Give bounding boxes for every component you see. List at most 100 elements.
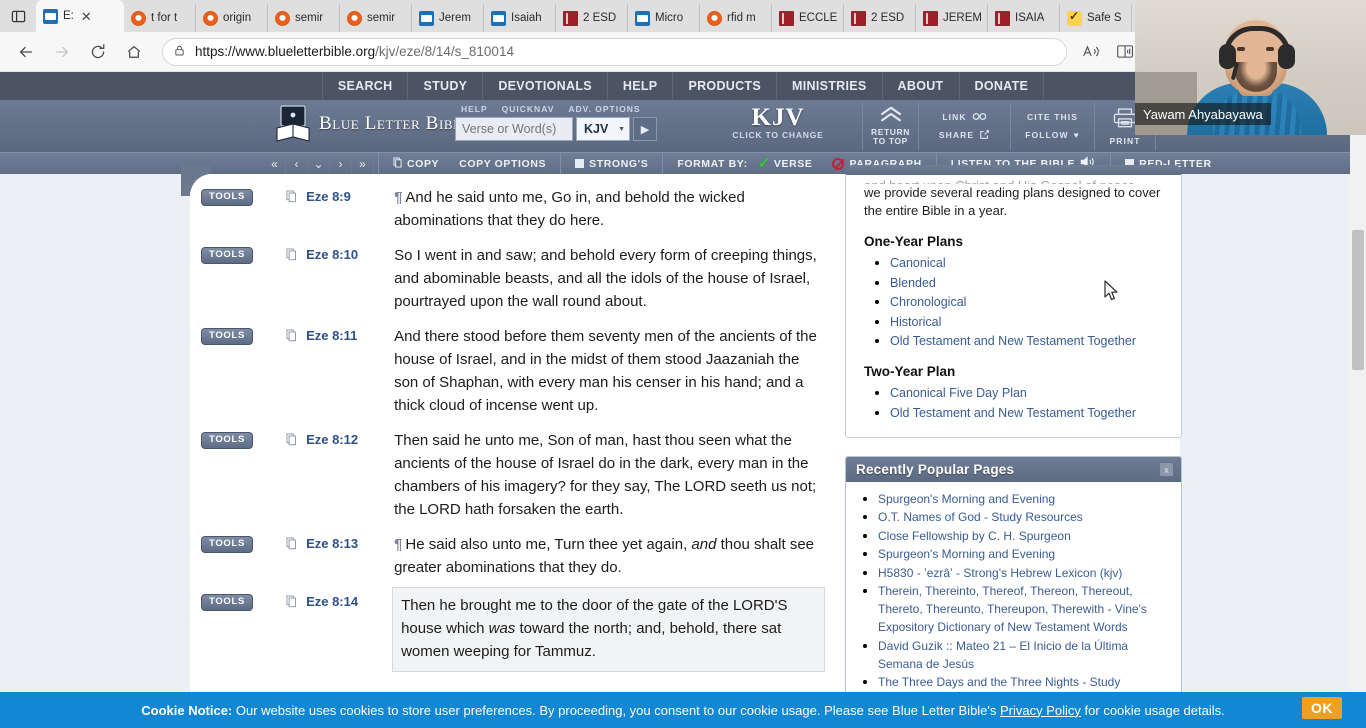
tab-list-icon[interactable] <box>0 0 36 32</box>
browser-tab[interactable]: semir <box>340 4 412 32</box>
search-input[interactable] <box>455 117 573 141</box>
follow-button[interactable]: FOLLOW ♥ <box>1011 126 1094 144</box>
popular-page-link[interactable]: David Guzik :: Mateo 21 – El Inicio de l… <box>878 639 1128 671</box>
browser-tab[interactable]: 2 ESD <box>556 4 628 32</box>
reading-plan-link[interactable]: Canonical <box>890 256 946 270</box>
chapter-dropdown-icon[interactable]: ⌄ <box>308 152 330 175</box>
cite-this-button[interactable]: CITE THIS <box>1011 108 1094 126</box>
return-to-top-button[interactable]: RETURN TO TOP <box>862 102 918 150</box>
verse-copy-icon[interactable] <box>286 248 297 264</box>
search-link-quicknav[interactable]: QUICKNAV <box>502 104 555 114</box>
reload-icon[interactable] <box>80 36 116 68</box>
browser-tab[interactable]: ECCLE <box>772 4 844 32</box>
webcam-overlay[interactable]: Yawam Ahyabayawa <box>1135 0 1366 135</box>
topnav-item-ministries[interactable]: MINISTRIES <box>777 72 883 100</box>
verse-tools-button[interactable]: TOOLS <box>201 594 254 611</box>
verse-copy-icon[interactable] <box>286 329 297 345</box>
topnav-item-help[interactable]: HELP <box>608 72 674 100</box>
browser-tab[interactable]: Micro <box>628 4 700 32</box>
red-book-icon <box>563 10 578 26</box>
right-sidebar: and heart upon Christ and His Gospel of … <box>835 165 1182 728</box>
verse-copy-icon[interactable] <box>286 537 297 553</box>
verse-tools-button[interactable]: TOOLS <box>201 432 254 449</box>
home-icon[interactable] <box>116 36 152 68</box>
version-banner[interactable]: KJV CLICK TO CHANGE <box>718 104 838 140</box>
first-chapter-icon[interactable]: « <box>264 152 286 175</box>
verse-row: TOOLS Eze 8:11 And there stood before them… <box>190 319 835 423</box>
popular-page-link[interactable]: Spurgeon's Morning and Evening <box>878 492 1055 506</box>
page-scrollbar[interactable]: ▲ ▼ <box>1350 100 1366 728</box>
popular-page-link[interactable]: H5830 - ʽezrâʼ - Strong's Hebrew Lexicon… <box>878 566 1122 580</box>
address-bar[interactable]: https://www.blueletterbible.org/kjv/eze/… <box>162 37 1067 66</box>
verse-reference[interactable]: Eze 8:13 <box>306 536 392 551</box>
format-verse-button[interactable]: ✓ VERSE <box>758 153 823 175</box>
close-icon[interactable]: x <box>1159 462 1174 477</box>
browser-tab[interactable]: JEREM <box>916 4 988 32</box>
site-logo[interactable]: Blue Letter Bible <box>275 104 470 144</box>
reading-plan-link[interactable]: Chronological <box>890 295 966 309</box>
verse-tools-button[interactable]: TOOLS <box>201 247 254 264</box>
browser-tab[interactable]: Isaiah <box>484 4 556 32</box>
previous-chapter-icon[interactable]: ‹ <box>286 152 308 175</box>
reading-plan-link[interactable]: Canonical Five Day Plan <box>890 386 1027 400</box>
share-button[interactable]: SHARE <box>919 126 1010 144</box>
verse-copy-icon[interactable] <box>286 433 297 449</box>
verse-reference[interactable]: Eze 8:14 <box>306 594 392 609</box>
reading-plan-link[interactable]: Blended <box>890 276 936 290</box>
search-link-adv-options[interactable]: ADV. OPTIONS <box>568 104 640 114</box>
reading-plan-link[interactable]: Old Testament and New Testament Together <box>890 406 1136 420</box>
verse-tools-button[interactable]: TOOLS <box>201 328 254 345</box>
two-year-plan-list: Canonical Five Day Plan Old Testament and… <box>864 384 1169 422</box>
close-icon[interactable]: ✕ <box>79 10 94 23</box>
topnav-item-donate[interactable]: DONATE <box>960 72 1045 100</box>
verse-copy-icon[interactable] <box>286 190 297 206</box>
verse-copy-icon[interactable] <box>286 595 297 611</box>
next-chapter-icon[interactable]: › <box>330 152 352 175</box>
list-item: Therein, Thereinto, Thereof, Thereon, Th… <box>878 582 1171 636</box>
browser-tab[interactable]: rfid m <box>700 4 772 32</box>
topnav-item-search[interactable]: SEARCH <box>321 72 409 100</box>
version-select[interactable]: KJV ▼ <box>576 117 630 141</box>
verse-reference[interactable]: Eze 8:10 <box>306 247 392 262</box>
topnav-item-about[interactable]: ABOUT <box>883 72 960 100</box>
verse-reference[interactable]: Eze 8:11 <box>306 328 392 343</box>
reading-plan-link[interactable]: Old Testament and New Testament Together <box>890 334 1136 348</box>
topnav-item-study[interactable]: STUDY <box>408 72 484 100</box>
strongs-toggle[interactable]: STRONG'S <box>565 153 658 175</box>
copy-button[interactable]: COPY <box>383 153 449 175</box>
verse-text: And there stood before them seventy men … <box>392 325 835 417</box>
cookie-ok-button[interactable]: OK <box>1302 697 1342 719</box>
browser-tab[interactable]: semir <box>268 4 340 32</box>
list-item: O.T. Names of God - Study Resources <box>878 508 1171 526</box>
browser-tab[interactable]: Safe S <box>1060 4 1132 32</box>
popular-page-link[interactable]: Spurgeon's Morning and Evening <box>878 547 1055 561</box>
browser-tab[interactable]: ISAIA <box>988 4 1060 32</box>
browser-tab[interactable]: E: ✕ <box>36 0 124 32</box>
browser-tab[interactable]: origin <box>196 4 268 32</box>
topnav-item-products[interactable]: PRODUCTS <box>673 72 777 100</box>
reading-plan-link[interactable]: Historical <box>890 315 941 329</box>
list-item: David Guzik :: Mateo 21 – El Inicio de l… <box>878 637 1171 673</box>
privacy-policy-link[interactable]: Privacy Policy <box>1000 703 1081 718</box>
last-chapter-icon[interactable]: » <box>352 152 374 175</box>
back-arrow-icon[interactable] <box>8 36 44 68</box>
verse-tools-button[interactable]: TOOLS <box>201 189 254 206</box>
verse-reference[interactable]: Eze 8:9 <box>306 189 392 204</box>
browser-tab[interactable]: 2 ESD <box>844 4 916 32</box>
browser-tab[interactable]: Jerem <box>412 4 484 32</box>
search-link-help[interactable]: HELP <box>461 104 488 114</box>
popular-page-link[interactable]: O.T. Names of God - Study Resources <box>878 510 1083 524</box>
verse-reference[interactable]: Eze 8:12 <box>306 432 392 447</box>
popular-page-link[interactable]: Therein, Thereinto, Thereof, Thereon, Th… <box>878 584 1147 634</box>
verse-tools-button[interactable]: TOOLS <box>201 536 254 553</box>
browser-tab[interactable]: t for t <box>124 4 196 32</box>
pilcrow-icon: ¶ <box>394 189 403 206</box>
link-button[interactable]: LINK <box>919 108 1010 126</box>
blue-document-icon <box>419 10 434 26</box>
scrollbar-thumb[interactable] <box>1352 230 1364 370</box>
read-aloud-icon[interactable] <box>1075 37 1107 67</box>
copy-options-button[interactable]: COPY OPTIONS <box>449 153 556 175</box>
search-go-button[interactable]: ▶ <box>633 117 657 141</box>
popular-page-link[interactable]: Close Fellowship by C. H. Spurgeon <box>878 529 1071 543</box>
topnav-item-devotionals[interactable]: DEVOTIONALS <box>483 72 608 100</box>
